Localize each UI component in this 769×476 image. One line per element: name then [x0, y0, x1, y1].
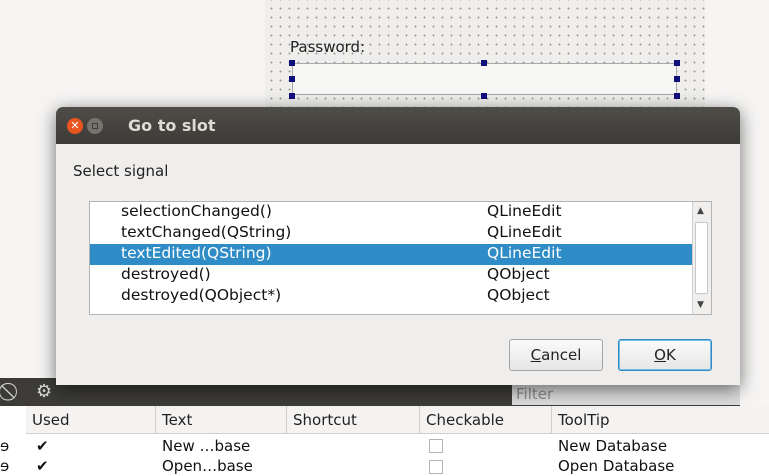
signal-row[interactable]: textChanged(QString) QLineEdit: [90, 223, 694, 244]
signal-row[interactable]: selectionChanged() QLineEdit: [90, 202, 694, 223]
actions-table: Used Text Shortcut Checkable ToolTip ɘ ✔…: [0, 406, 769, 476]
checkable-checkbox[interactable]: [429, 439, 443, 453]
scroll-down-icon[interactable]: ▼: [697, 300, 704, 310]
column-header-used[interactable]: Used: [26, 406, 156, 434]
action-text: New …base: [162, 437, 251, 455]
column-header-text[interactable]: Text: [156, 406, 287, 434]
select-signal-label: Select signal: [73, 162, 169, 180]
column-header-shortcut[interactable]: Shortcut: [287, 406, 420, 434]
checkable-checkbox[interactable]: [429, 460, 443, 474]
signal-class: QLineEdit: [487, 202, 562, 220]
signal-class: QLineEdit: [487, 223, 562, 241]
dialog-titlebar[interactable]: ✕ Go to slot: [56, 107, 740, 144]
signal-name: destroyed(QObject*): [121, 286, 282, 304]
signal-name: destroyed(): [121, 265, 211, 283]
scroll-up-icon[interactable]: ▲: [697, 206, 704, 216]
filter-input[interactable]: Filter: [512, 383, 740, 405]
password-line-edit[interactable]: [292, 63, 677, 95]
signal-class: QLineEdit: [487, 244, 562, 262]
signal-row[interactable]: destroyed(QObject*) QObject: [90, 286, 694, 307]
selection-handle[interactable]: [674, 76, 680, 82]
action-tooltip: Open Database: [558, 457, 675, 475]
selection-handle[interactable]: [481, 60, 487, 66]
signal-name: selectionChanged(): [121, 202, 272, 220]
scroll-thumb[interactable]: [695, 222, 708, 294]
signal-name: textEdited(QString): [121, 244, 272, 262]
column-header-checkable[interactable]: Checkable: [420, 406, 552, 434]
signal-list[interactable]: selectionChanged() QLineEdit textChanged…: [89, 201, 712, 315]
selection-handle[interactable]: [289, 60, 295, 66]
selection-handle[interactable]: [289, 93, 295, 99]
signal-row-selected[interactable]: textEdited(QString) QLineEdit: [90, 244, 694, 265]
selection-handle[interactable]: [674, 93, 680, 99]
list-scrollbar[interactable]: ▲ ▼: [692, 202, 711, 314]
column-header-tooltip[interactable]: ToolTip: [552, 406, 769, 434]
row-icon-fragment: ɘ: [0, 437, 10, 455]
gear-icon[interactable]: ⚙: [36, 381, 52, 402]
signal-row[interactable]: destroyed() QObject: [90, 265, 694, 286]
action-tooltip: New Database: [558, 437, 668, 455]
password-label[interactable]: Password:: [290, 38, 365, 56]
dialog-title: Go to slot: [128, 116, 216, 135]
signal-class: QObject: [487, 286, 550, 304]
cancel-button[interactable]: Cancel: [509, 339, 603, 371]
ok-button[interactable]: OK: [618, 339, 712, 371]
row-icon-fragment: ɘ: [0, 457, 10, 475]
used-check[interactable]: ✔: [36, 457, 49, 475]
go-to-slot-dialog: ✕ Go to slot Select signal selectionChan…: [56, 107, 740, 385]
signal-class: QObject: [487, 265, 550, 283]
form-background-edge: [705, 0, 769, 120]
selection-handle[interactable]: [674, 60, 680, 66]
close-icon[interactable]: ✕: [67, 118, 83, 134]
selection-handle[interactable]: [481, 93, 487, 99]
signal-name: textChanged(QString): [121, 223, 292, 241]
minimize-icon[interactable]: [87, 118, 103, 134]
used-check[interactable]: ✔: [36, 437, 49, 455]
selection-handle[interactable]: [289, 76, 295, 82]
action-text: Open…base: [162, 457, 253, 475]
